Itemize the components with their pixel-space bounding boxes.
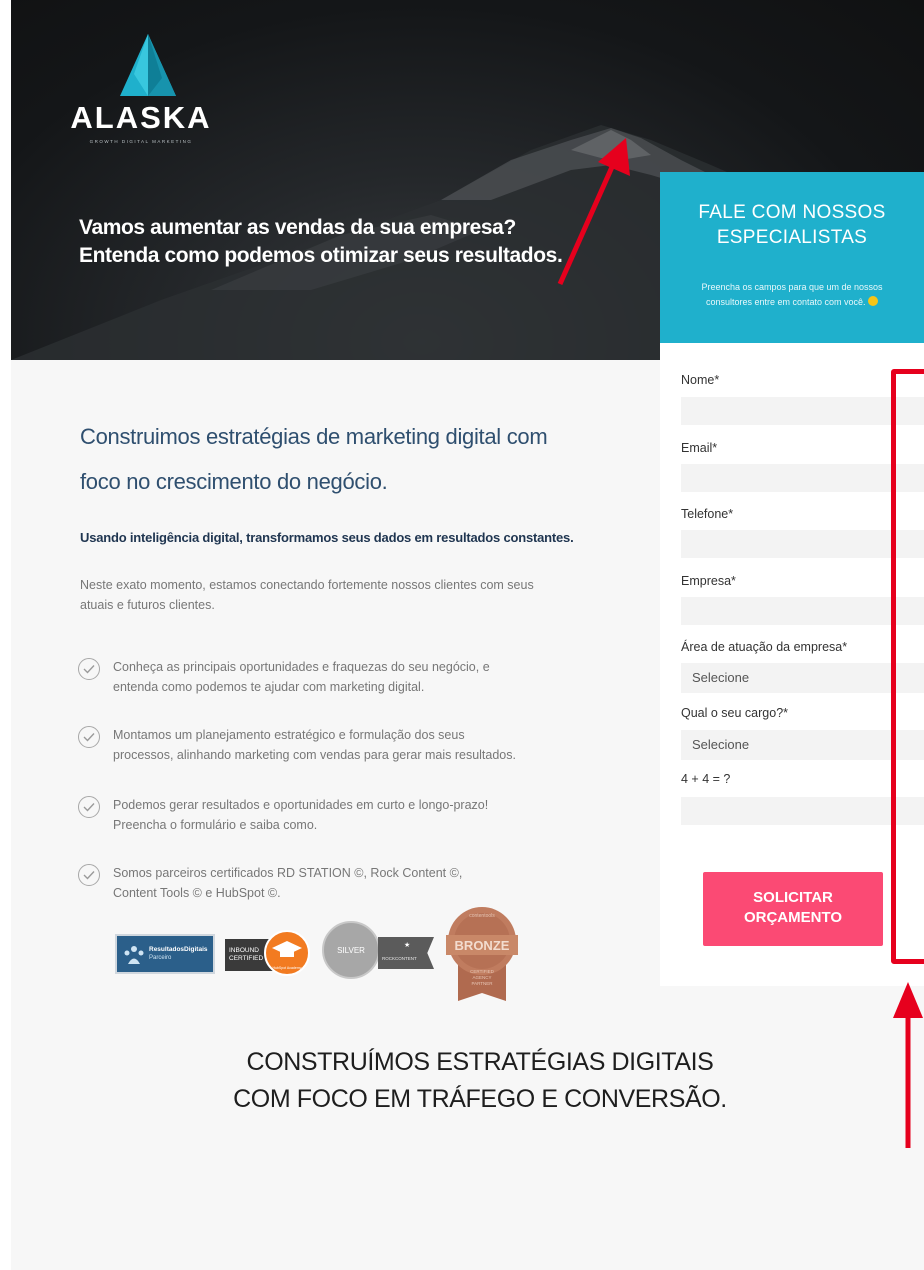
role-select-value: Selecione xyxy=(692,737,750,752)
submit-button-line1: SOLICITAR xyxy=(753,889,833,906)
check-circle-icon xyxy=(78,864,100,886)
submit-button-line2: ORÇAMENTO xyxy=(743,909,843,926)
check-circle-icon xyxy=(78,796,100,818)
industry-label: Área de atuação da empresa* xyxy=(681,640,848,654)
people-icon xyxy=(124,946,144,964)
list-item-text: Montamos um planejamento estratégico e f… xyxy=(113,725,533,765)
section-heading-line2: foco no crescimento do negócio. xyxy=(80,469,388,494)
role-select[interactable]: Selecione xyxy=(681,730,924,760)
form-title-line2: ESPECIALISTAS xyxy=(716,227,868,248)
smiley-icon xyxy=(868,296,879,306)
section-subheading: Usando inteligência digital, transformam… xyxy=(80,530,574,545)
check-circle-icon xyxy=(78,658,100,680)
form-title-line1: FALE COM NOSSOS xyxy=(698,202,886,223)
annotation-arrow-icon xyxy=(893,982,923,1148)
list-item-line2: Content Tools © e HubSpot ©. xyxy=(113,886,281,900)
bottom-title-line1: CONSTRUÍMOS ESTRATÉGIAS DIGITAIS xyxy=(246,1048,714,1076)
list-item-line2: processos, alinhando marketing com venda… xyxy=(113,748,516,762)
annotation-highlight-box xyxy=(891,369,924,964)
company-field[interactable] xyxy=(681,597,924,625)
list-item-line1: Somos parceiros certificados RD STATION … xyxy=(113,866,463,880)
name-label: Nome* xyxy=(681,373,720,387)
role-label: Qual o seu cargo?* xyxy=(681,706,789,720)
name-field[interactable] xyxy=(681,397,924,425)
bronze-badge-sub: CERTIFIED AGENCY PARTNER xyxy=(444,969,520,987)
form-header: FALE COM NOSSOS ESPECIALISTAS Preencha o… xyxy=(660,172,924,343)
rock-content-silver-badge: SILVER xyxy=(322,921,380,979)
bronze-badge-top: contentools xyxy=(469,913,495,919)
section-heading-line1: Construimos estratégias de marketing dig… xyxy=(80,424,548,449)
phone-field[interactable] xyxy=(681,530,924,558)
annotation-arrow-icon xyxy=(557,138,630,286)
hero-headline-line1: Vamos aumentar as vendas da sua empresa? xyxy=(79,216,516,239)
resultados-digitais-badge: ResultadosDigitais Parceiro xyxy=(115,934,215,974)
rd-badge-title: ResultadosDigitais xyxy=(149,946,208,953)
hubspot-badge-sub: HubSpot Academy xyxy=(272,966,302,970)
company-label: Empresa* xyxy=(681,574,736,588)
hubspot-badge-line2: CERTIFIED xyxy=(229,955,264,962)
silver-badge-ribbon: ★ ROCKCONTENT xyxy=(378,937,434,969)
brand-tagline: GROWTH DIGITAL MARKETING xyxy=(89,139,193,144)
intro-paragraph-line1: Neste exato momento, estamos conectando … xyxy=(80,578,534,592)
email-label: Email* xyxy=(681,441,718,455)
alaska-logo-icon[interactable] xyxy=(78,34,218,105)
bottom-title-line2: COM FOCO EM TRÁFEGO E CONVERSÃO. xyxy=(233,1085,727,1113)
brand-name: ALASKA xyxy=(70,100,212,135)
list-item-line1: Montamos um planejamento estratégico e f… xyxy=(113,728,465,742)
captcha-field[interactable] xyxy=(681,797,924,825)
list-item-line2: entenda como podemos te ajudar com marke… xyxy=(113,680,425,694)
bronze-badge-label: BRONZE xyxy=(454,938,510,953)
email-field[interactable] xyxy=(681,464,924,492)
phone-label: Telefone* xyxy=(681,507,734,521)
form-desc-line2: consultores entre em contato com você. xyxy=(660,296,924,307)
form-desc-line1: Preencha os campos para que um de nossos xyxy=(701,282,883,292)
list-item-text: Conheça as principais oportunidades e fr… xyxy=(113,657,533,697)
industry-select[interactable]: Selecione xyxy=(681,663,924,693)
list-item-line1: Podemos gerar resultados e oportunidades… xyxy=(113,798,489,812)
check-circle-icon xyxy=(78,726,100,748)
list-item-line2: Preencha o formulário e saiba como. xyxy=(113,818,318,832)
star-icon: ★ xyxy=(404,942,411,949)
rd-badge-sub: Parceiro xyxy=(149,955,172,961)
list-item-line1: Conheça as principais oportunidades e fr… xyxy=(113,660,490,674)
silver-badge-label: SILVER xyxy=(337,946,365,955)
hubspot-badge-line1: INBOUND xyxy=(229,947,259,954)
hero-headline-line2: Entenda como podemos otimizar seus resul… xyxy=(79,244,563,267)
bronze-badge-sub3: PARTNER xyxy=(471,981,493,986)
silver-badge-sub: ROCKCONTENT xyxy=(382,956,417,961)
intro-paragraph-line2: atuais e futuros clientes. xyxy=(80,598,215,612)
form-desc-line2-text: consultores entre em contato com você. xyxy=(705,297,866,307)
list-item-text: Podemos gerar resultados e oportunidades… xyxy=(113,795,533,835)
graduation-cap-icon: HubSpot Academy xyxy=(264,930,310,976)
contentools-bronze-badge: contentools BRONZE CERTIFIED AGENCY PART… xyxy=(444,905,520,1001)
submit-button[interactable]: SOLICITAR ORÇAMENTO xyxy=(703,872,883,946)
list-item-text: Somos parceiros certificados RD STATION … xyxy=(113,863,533,903)
intro-paragraph: Neste exato momento, estamos conectando … xyxy=(80,575,550,615)
captcha-label: 4 + 4 = ? xyxy=(681,772,731,786)
industry-select-value: Selecione xyxy=(692,670,750,685)
